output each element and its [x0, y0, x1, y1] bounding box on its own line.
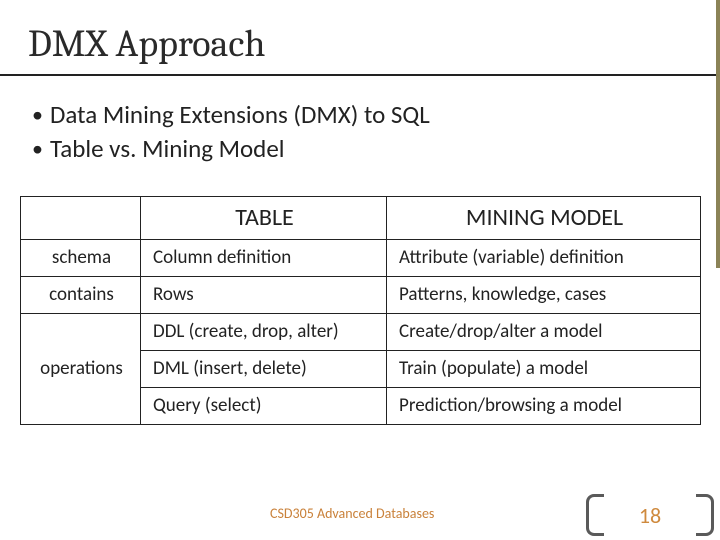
- comparison-table-wrap: TABLE MINING MODEL schema Column definit…: [0, 168, 720, 425]
- bullet-dot-icon: •: [32, 100, 50, 130]
- bullet-text: Table vs. Mining Model: [50, 134, 285, 164]
- bullet-item: • Table vs. Mining Model: [32, 134, 720, 164]
- bullet-text: Data Mining Extensions (DMX) to SQL: [50, 100, 430, 130]
- table-cell: DDL (create, drop, alter): [141, 314, 387, 351]
- table-col-header: MINING MODEL: [387, 197, 701, 240]
- table-cell: Patterns, knowledge, cases: [387, 277, 701, 314]
- table-corner-cell: [21, 197, 141, 240]
- table-col-header: TABLE: [141, 197, 387, 240]
- table-cell: Prediction/browsing a model: [387, 388, 701, 425]
- comparison-table: TABLE MINING MODEL schema Column definit…: [20, 196, 701, 425]
- page-number: 18: [586, 502, 714, 529]
- table-row: schema Column definition Attribute (vari…: [21, 240, 701, 277]
- table-cell: Query (select): [141, 388, 387, 425]
- table-row-header: operations: [21, 314, 141, 425]
- bullet-list: • Data Mining Extensions (DMX) to SQL • …: [0, 76, 720, 164]
- brand-accent-bar: [716, 0, 720, 268]
- table-row-header: schema: [21, 240, 141, 277]
- table-header-row: TABLE MINING MODEL: [21, 197, 701, 240]
- page-number-bracket: 18: [586, 494, 714, 536]
- table-cell: Column definition: [141, 240, 387, 277]
- table-cell: Rows: [141, 277, 387, 314]
- table-cell: DML (insert, delete): [141, 351, 387, 388]
- footer-text: CSD305 Advanced Databases: [270, 505, 434, 522]
- table-cell: Attribute (variable) definition: [387, 240, 701, 277]
- bullet-item: • Data Mining Extensions (DMX) to SQL: [32, 100, 720, 130]
- table-row: contains Rows Patterns, knowledge, cases: [21, 277, 701, 314]
- table-row-header: contains: [21, 277, 141, 314]
- table-cell: Create/drop/alter a model: [387, 314, 701, 351]
- bracket-right-icon: [696, 494, 714, 536]
- table-cell: Train (populate) a model: [387, 351, 701, 388]
- slide-footer: CSD305 Advanced Databases 18: [0, 494, 720, 540]
- slide-title: DMX Approach: [0, 0, 720, 68]
- table-row: operations DDL (create, drop, alter) Cre…: [21, 314, 701, 351]
- bullet-dot-icon: •: [32, 134, 50, 164]
